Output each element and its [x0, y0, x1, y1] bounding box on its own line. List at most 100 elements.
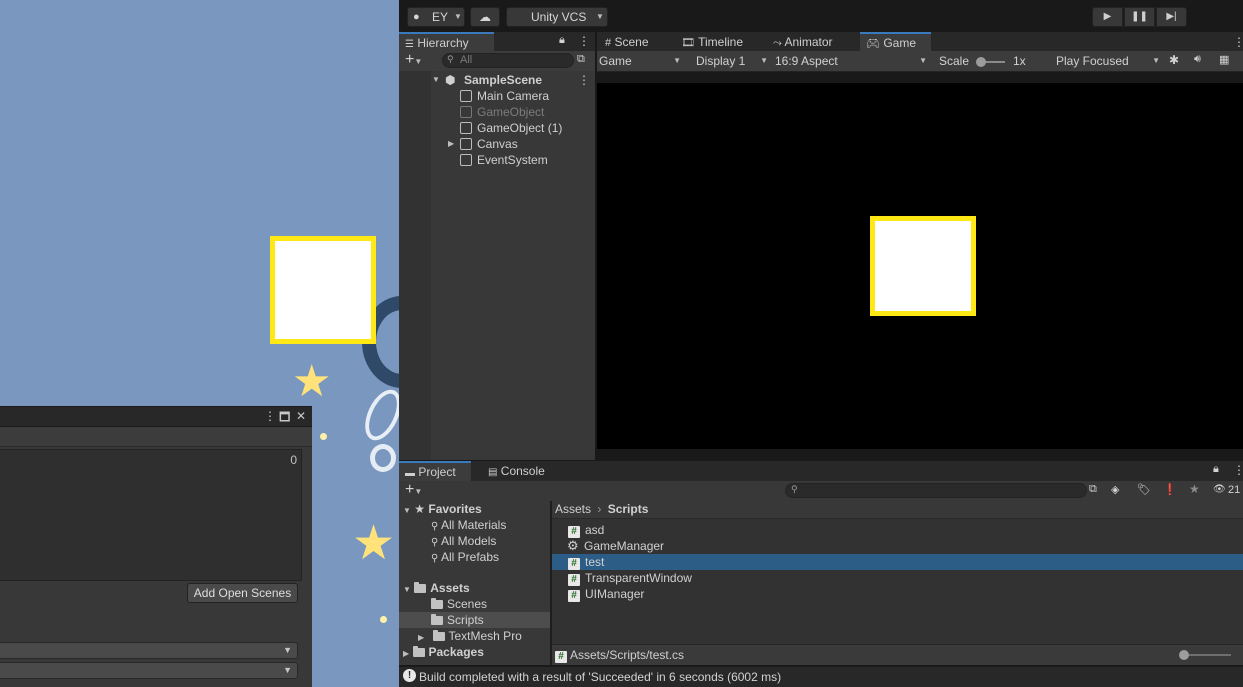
- expand-arrow-icon[interactable]: ▶: [403, 649, 409, 658]
- file-item-test[interactable]: # test: [552, 554, 1243, 570]
- cloud-button[interactable]: ☁: [470, 7, 500, 27]
- more-options-icon[interactable]: ⋮: [264, 409, 276, 423]
- speaker-icon[interactable]: 🔊︎: [1194, 53, 1201, 66]
- more-options-icon[interactable]: ⋮: [1233, 35, 1243, 49]
- project-search-input[interactable]: ⚲: [785, 483, 1087, 498]
- file-label: asd: [585, 523, 605, 537]
- tab-timeline[interactable]: 🎞︎ Timeline: [675, 32, 763, 53]
- script-icon: #: [568, 590, 580, 602]
- user-icon: ●: [413, 11, 420, 23]
- more-options-icon[interactable]: ⋮: [1233, 463, 1243, 477]
- favorite-label: All Models: [441, 534, 497, 548]
- expand-arrow-icon[interactable]: ▼: [432, 72, 440, 88]
- play-button[interactable]: ▶: [1092, 7, 1123, 27]
- tab-hierarchy[interactable]: ☰ Hierarchy: [399, 32, 494, 53]
- play-mode-select[interactable]: Play Focused ▼: [1056, 51, 1162, 71]
- bug-icon[interactable]: ✱: [1169, 53, 1179, 67]
- scale-slider-thumb[interactable]: [976, 57, 986, 67]
- packages-folder[interactable]: ▶ Packages: [403, 644, 484, 660]
- add-open-scenes-button[interactable]: Add Open Scenes: [187, 583, 298, 603]
- favorite-label: All Materials: [441, 518, 507, 532]
- chevron-down-icon: ▼: [1152, 56, 1160, 65]
- expand-arrow-icon[interactable]: ▶: [418, 633, 424, 642]
- file-item-gamemanager[interactable]: ⚙ GameManager: [552, 538, 1243, 554]
- script-icon: #: [568, 574, 580, 586]
- favorite-all-materials[interactable]: ⚲ All Materials: [431, 517, 506, 533]
- game-view-select-label: Game: [599, 54, 632, 68]
- scene-row[interactable]: ▼ ⬢ SampleScene ⋮: [399, 72, 595, 88]
- account-label: EY: [432, 10, 449, 24]
- gameobject-cube-icon: [460, 154, 472, 166]
- filter-by-type-icon[interactable]: ◈: [1111, 483, 1119, 496]
- scale-slider[interactable]: [976, 57, 1005, 67]
- account-button[interactable]: ● EY ▼: [407, 7, 465, 27]
- folder-textmesh-pro[interactable]: ▶ TextMesh Pro: [418, 628, 522, 644]
- stats-grid-icon[interactable]: ▦: [1219, 53, 1229, 66]
- folder-label: TextMesh Pro: [448, 629, 522, 643]
- hierarchy-item-eventsystem[interactable]: EventSystem: [399, 152, 595, 168]
- assets-folder[interactable]: ▼ Assets: [403, 580, 470, 596]
- tab-scene[interactable]: # Scene: [599, 32, 671, 53]
- more-options-icon[interactable]: ⋮: [578, 72, 590, 88]
- breadcrumb-assets[interactable]: Assets: [555, 502, 591, 516]
- unity-vcs-button[interactable]: Unity VCS ▼: [506, 7, 608, 27]
- folder-scripts[interactable]: Scripts: [399, 612, 550, 628]
- file-item-transparentwindow[interactable]: # TransparentWindow: [552, 570, 1243, 586]
- scenes-in-build-list[interactable]: 0: [0, 449, 302, 581]
- tab-animator[interactable]: ⤳ Animator: [767, 32, 857, 53]
- search-by-type-icon[interactable]: ⧉: [1089, 483, 1097, 496]
- favorite-all-prefabs[interactable]: ⚲ All Prefabs: [431, 549, 499, 565]
- icon-size-slider-thumb[interactable]: [1179, 650, 1189, 660]
- filter-by-label-icon[interactable]: 🏷︎: [1137, 483, 1151, 496]
- favorite-star-icon[interactable]: ★: [1189, 482, 1200, 496]
- file-item-uimanager[interactable]: # UIManager: [552, 586, 1243, 602]
- hierarchy-toolbar: +▼ ⚲ All ⧉: [399, 51, 595, 72]
- expand-arrow-icon[interactable]: ▶: [448, 136, 454, 152]
- game-view[interactable]: [597, 83, 1243, 449]
- pause-button[interactable]: ❚❚: [1124, 7, 1155, 27]
- file-label: UIManager: [585, 587, 645, 601]
- expand-arrow-icon[interactable]: ▼: [403, 585, 411, 594]
- folder-icon: [431, 598, 443, 609]
- favorite-all-models[interactable]: ⚲ All Models: [431, 533, 496, 549]
- folder-scenes[interactable]: Scenes: [431, 596, 487, 612]
- lock-icon[interactable]: 🔒︎: [559, 34, 565, 47]
- hierarchy-item-main-camera[interactable]: Main Camera: [399, 88, 595, 104]
- maximize-icon[interactable]: 🗖: [279, 408, 290, 429]
- step-button[interactable]: ▶|: [1156, 7, 1187, 27]
- icon-size-slider[interactable]: [1179, 650, 1231, 660]
- more-options-icon[interactable]: ⋮: [578, 34, 590, 48]
- hierarchy-search-input[interactable]: ⚲ All: [442, 53, 574, 68]
- status-bar[interactable]: ! Build completed with a result of 'Succ…: [399, 666, 1243, 687]
- hierarchy-item-label: Canvas: [477, 137, 518, 151]
- create-asset-button[interactable]: +▼: [405, 481, 422, 501]
- hierarchy-item-gameobject[interactable]: GameObject: [399, 104, 595, 120]
- hierarchy-item-label: GameObject (1): [477, 121, 563, 135]
- tab-project[interactable]: ▬ Project: [399, 461, 471, 482]
- tab-console[interactable]: ▤ Console: [482, 461, 562, 482]
- display-select[interactable]: Display 1 ▼: [696, 51, 770, 71]
- hierarchy-item-canvas[interactable]: ▶ Canvas: [399, 136, 595, 152]
- selected-path-label: Assets/Scripts/test.cs: [570, 648, 685, 662]
- add-object-button[interactable]: +▼: [405, 51, 422, 71]
- platform-select[interactable]: ▼: [0, 642, 298, 659]
- hierarchy-item-label: Main Camera: [477, 89, 550, 103]
- script-icon: #: [555, 651, 567, 663]
- close-icon[interactable]: ✕: [296, 409, 306, 423]
- hierarchy-item-gameobject-1[interactable]: GameObject (1): [399, 120, 595, 136]
- wallpaper-ring-small: [370, 444, 396, 472]
- tab-game[interactable]: 🎮︎ Game: [860, 32, 931, 53]
- file-item-asd[interactable]: # asd: [552, 522, 1243, 538]
- search-icon: ⚲: [431, 521, 439, 532]
- game-view-select[interactable]: Game ▼: [599, 51, 685, 71]
- breadcrumb-scripts[interactable]: Scripts: [608, 502, 649, 516]
- expand-arrow-icon[interactable]: ▼: [403, 506, 411, 515]
- architecture-select[interactable]: ▼: [0, 662, 298, 679]
- aspect-select[interactable]: 16:9 Aspect ▼: [775, 51, 929, 71]
- lock-icon[interactable]: 🔒︎: [1213, 463, 1219, 476]
- selected-path: # Assets/Scripts/test.cs: [555, 647, 684, 663]
- favorites-header[interactable]: ▼ ★ Favorites: [403, 501, 482, 517]
- warning-filter-icon[interactable]: ❗: [1163, 483, 1177, 496]
- scene-picker-icon[interactable]: ⧉: [577, 53, 585, 66]
- hidden-packages-icon[interactable]: 👁︎: [1213, 484, 1226, 495]
